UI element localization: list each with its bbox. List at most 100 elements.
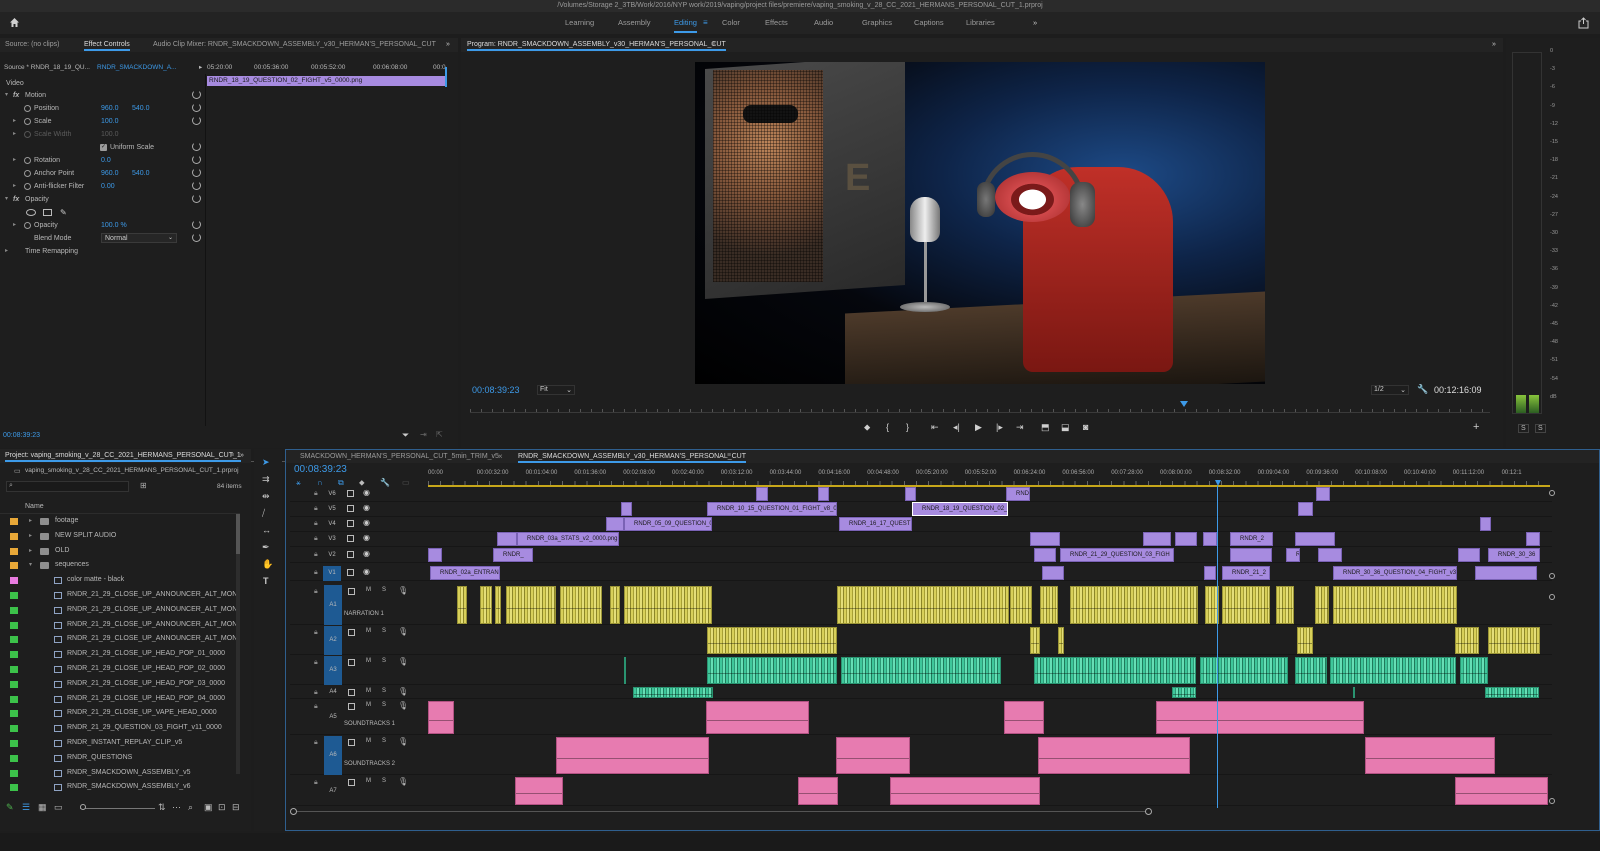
volume-rubber-band[interactable] bbox=[458, 608, 466, 609]
audio-clip[interactable] bbox=[556, 737, 709, 774]
project-item[interactable]: RNDR_QUESTIONS bbox=[0, 751, 236, 766]
volume-rubber-band[interactable] bbox=[891, 793, 1039, 794]
add-marker-icon[interactable]: ⬥ bbox=[864, 422, 870, 433]
close-tab-icon[interactable]: × bbox=[498, 452, 503, 461]
microphone-icon[interactable]: 🎙︎ bbox=[398, 777, 408, 786]
track-label[interactable]: A6 bbox=[324, 736, 342, 775]
track-lock-icon[interactable]: 🔒︎ bbox=[314, 535, 318, 543]
audio-clip[interactable] bbox=[1276, 586, 1294, 624]
audio-clip[interactable] bbox=[610, 586, 620, 624]
video-clip[interactable]: RNDR_ bbox=[493, 548, 533, 562]
project-item[interactable]: RNDR_21_29_CLOSE_UP_ANNOUNCER_ALT_MONITC bbox=[0, 632, 240, 647]
stopwatch-icon[interactable] bbox=[24, 105, 31, 112]
workspace-tab-assembly[interactable]: Assembly bbox=[618, 18, 651, 27]
uniform-scale-checkbox[interactable]: ✓ bbox=[100, 144, 107, 151]
volume-rubber-band[interactable] bbox=[799, 793, 837, 794]
project-item[interactable]: ▸ OLD bbox=[0, 544, 236, 559]
eye-icon[interactable]: ◉ bbox=[363, 503, 370, 512]
disclosure-triangle-icon[interactable]: ▸ bbox=[29, 529, 32, 544]
audio-clip[interactable] bbox=[706, 701, 809, 734]
volume-rubber-band[interactable] bbox=[1157, 720, 1363, 721]
program-title[interactable]: Program: RNDR_SMACKDOWN_ASSEMBLY_v30_HER… bbox=[467, 41, 726, 51]
track-label[interactable]: V6 bbox=[324, 487, 340, 502]
audio-clip[interactable] bbox=[1330, 657, 1456, 684]
volume-rubber-band[interactable] bbox=[1041, 608, 1057, 609]
audio-clip[interactable] bbox=[560, 586, 602, 624]
new-bin-icon[interactable]: ▣ bbox=[204, 802, 213, 813]
volume-rubber-band[interactable] bbox=[1173, 694, 1195, 695]
volume-rubber-band[interactable] bbox=[1035, 673, 1195, 674]
timeline-settings-icon[interactable]: 🔧 bbox=[380, 478, 390, 487]
mute-button[interactable]: M bbox=[366, 778, 371, 784]
video-clip[interactable] bbox=[1480, 517, 1491, 531]
hand-tool-icon[interactable]: ✋ bbox=[262, 559, 273, 570]
program-scrub-bar[interactable] bbox=[470, 401, 1490, 413]
audio-clip[interactable] bbox=[836, 737, 910, 774]
audio-clip[interactable] bbox=[1460, 657, 1488, 684]
volume-rubber-band[interactable] bbox=[1071, 608, 1197, 609]
audio-clip[interactable] bbox=[1070, 586, 1198, 624]
project-item[interactable]: RNDR_21_29_CLOSE_UP_ANNOUNCER_ALT_MONITC bbox=[0, 618, 240, 633]
reset-icon[interactable] bbox=[192, 90, 201, 99]
stopwatch-icon[interactable] bbox=[24, 157, 31, 164]
audio-clip[interactable] bbox=[1455, 627, 1479, 654]
project-list-header[interactable]: Name bbox=[0, 501, 240, 514]
video-clip[interactable]: RNDR_03a_STATS_v2_0000.png bbox=[517, 532, 619, 546]
workspace-menu-icon[interactable]: ≡ bbox=[703, 18, 708, 27]
motion-row[interactable]: ▾ fx Motion bbox=[0, 89, 205, 102]
volume-rubber-band[interactable] bbox=[561, 608, 601, 609]
play-clip-icon[interactable]: ▸ bbox=[199, 62, 202, 74]
type-tool-icon[interactable]: T bbox=[263, 576, 269, 586]
anchor-y-value[interactable]: 540.0 bbox=[132, 167, 150, 180]
pen-mask-icon[interactable]: ✎ bbox=[60, 206, 67, 219]
rectangle-mask-icon[interactable] bbox=[43, 209, 52, 216]
video-clip[interactable] bbox=[1230, 548, 1272, 562]
audio-clip[interactable] bbox=[1455, 777, 1548, 805]
sync-lock-icon[interactable] bbox=[347, 505, 354, 512]
audio-clip[interactable] bbox=[1485, 687, 1539, 698]
volume-rubber-band[interactable] bbox=[1461, 673, 1487, 674]
audio-clip[interactable] bbox=[890, 777, 1040, 805]
audio-clip[interactable] bbox=[1034, 657, 1196, 684]
sync-lock-icon[interactable] bbox=[347, 551, 354, 558]
sequence-clip-name[interactable]: RNDR_SMACKDOWN_A... bbox=[97, 62, 176, 74]
audio-clip[interactable] bbox=[1040, 586, 1058, 624]
solo-left-button[interactable]: S bbox=[1518, 424, 1529, 433]
extract-icon[interactable]: ⬓ bbox=[1061, 422, 1070, 433]
sync-lock-icon[interactable] bbox=[348, 629, 355, 636]
workspace-tab-editing[interactable]: Editing bbox=[674, 18, 697, 33]
volume-rubber-band[interactable] bbox=[1011, 608, 1031, 609]
fit-select[interactable]: Fit ⌄ bbox=[537, 385, 575, 395]
video-clip[interactable]: RND bbox=[1286, 548, 1300, 562]
captions-icon[interactable]: ▭ bbox=[402, 478, 410, 487]
project-item[interactable]: RNDR_21_29_CLOSE_UP_HEAD_POP_01_0000 bbox=[0, 647, 236, 662]
video-clip[interactable]: RNDR_21_29_QUESTION_03_FIGH bbox=[1060, 548, 1174, 562]
settings-icon[interactable]: ⇱ bbox=[436, 430, 443, 439]
volume-rubber-band[interactable] bbox=[1223, 608, 1269, 609]
position-x-value[interactable]: 960.0 bbox=[101, 102, 119, 115]
reset-icon[interactable] bbox=[192, 103, 201, 112]
program-timecode[interactable]: 00:08:39:23 bbox=[472, 385, 520, 395]
track-label[interactable]: V5 bbox=[324, 502, 340, 517]
icon-view-icon[interactable]: ▦ bbox=[38, 802, 47, 813]
volume-rubber-band[interactable] bbox=[1456, 643, 1478, 644]
tab-source[interactable]: Source: (no clips) bbox=[5, 41, 59, 48]
export-frame-icon[interactable]: ◙ bbox=[1083, 422, 1088, 432]
audio-clip[interactable] bbox=[1297, 627, 1313, 654]
track-lock-icon[interactable]: 🔒︎ bbox=[314, 551, 318, 559]
audio-clip[interactable] bbox=[428, 701, 454, 734]
audio-clip[interactable] bbox=[480, 586, 492, 624]
video-clip[interactable] bbox=[1295, 532, 1335, 546]
volume-rubber-band[interactable] bbox=[842, 673, 1000, 674]
sync-lock-icon[interactable] bbox=[348, 703, 355, 710]
audio-clip[interactable] bbox=[1004, 701, 1044, 734]
volume-rubber-band[interactable] bbox=[1059, 643, 1063, 644]
source-clip-name[interactable]: Source * RNDR_18_19_QU... bbox=[4, 62, 90, 74]
video-clip[interactable]: RNDR_18_19_QUESTION_02_ bbox=[912, 502, 1008, 516]
audio-clip[interactable] bbox=[707, 657, 837, 684]
video-clip[interactable]: RND bbox=[1006, 487, 1030, 501]
video-clip[interactable] bbox=[756, 487, 768, 501]
timeline-timecode[interactable]: 00:08:39:23 bbox=[294, 464, 347, 475]
track-label[interactable]: V4 bbox=[324, 517, 340, 532]
step-back-icon[interactable]: ◂| bbox=[953, 422, 960, 433]
